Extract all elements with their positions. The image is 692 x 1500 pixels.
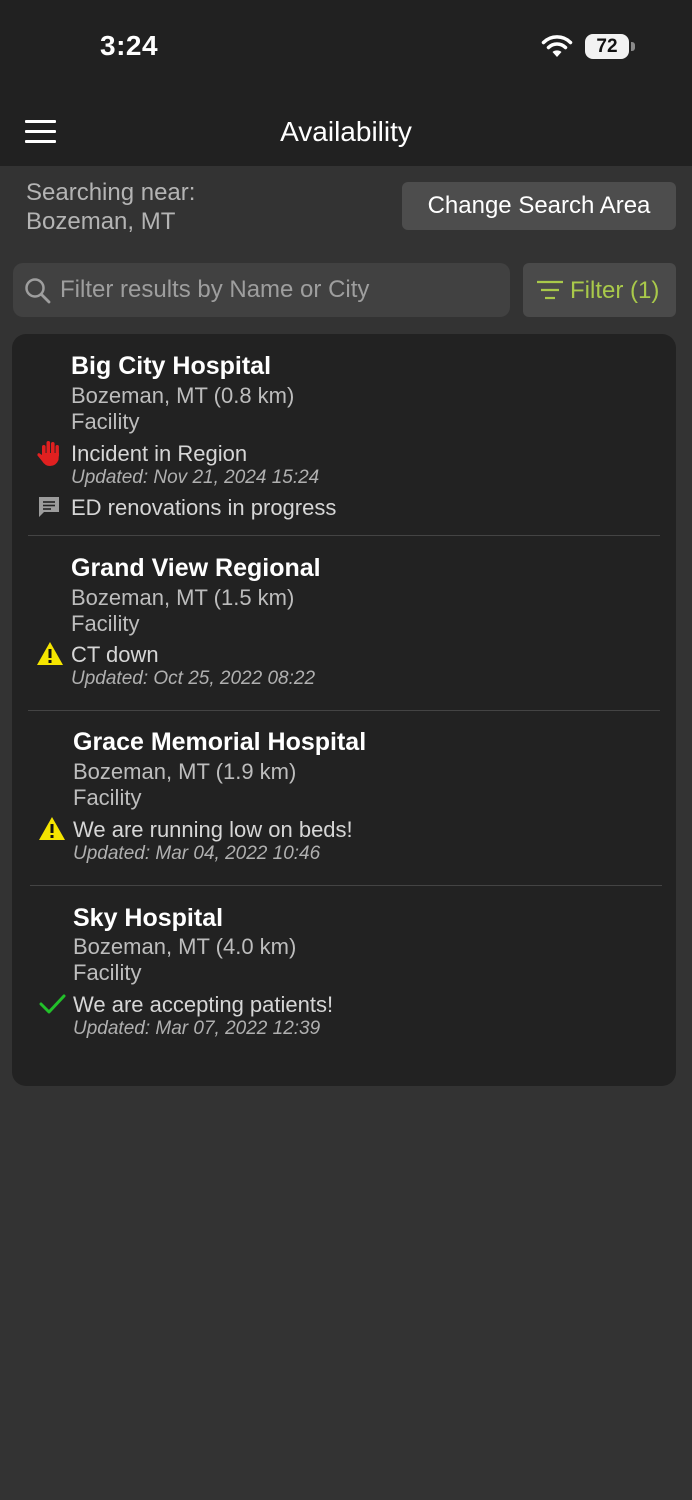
facility-type: Facility [73, 785, 142, 810]
search-input[interactable] [60, 263, 500, 317]
comment-icon [39, 497, 59, 517]
searching-near-city: Bozeman, MT [26, 208, 176, 235]
search-icon [25, 278, 51, 304]
stop-hand-icon [37, 441, 59, 466]
change-search-area-button[interactable]: Change Search Area [402, 182, 676, 230]
battery-tip [631, 42, 635, 51]
facility-location: Bozeman, MT (0.8 km) [71, 383, 295, 408]
facility-updated: Updated: Oct 25, 2022 08:22 [71, 668, 316, 689]
searching-near-label: Searching near: [26, 179, 196, 206]
facility-location: Bozeman, MT (1.5 km) [71, 585, 295, 610]
facility-name[interactable]: Grace Memorial Hospital [73, 728, 366, 757]
facility-status: We are accepting patients! [73, 992, 334, 1017]
list-divider [30, 885, 662, 886]
facility-type: Facility [73, 960, 142, 985]
wifi-icon [541, 35, 573, 57]
filter-icon [537, 280, 563, 300]
facility-status: Incident in Region [71, 441, 248, 466]
filter-label: Filter (1) [570, 277, 660, 304]
facility-status: CT down [71, 642, 159, 667]
facility-name[interactable]: Big City Hospital [71, 352, 271, 381]
facility-updated: Updated: Mar 04, 2022 10:46 [73, 843, 321, 864]
facility-status: We are running low on beds! [73, 817, 353, 842]
facility-updated: Updated: Mar 07, 2022 12:39 [73, 1018, 321, 1039]
facility-name[interactable]: Sky Hospital [73, 904, 223, 933]
facility-name[interactable]: Grand View Regional [71, 554, 321, 583]
facility-location: Bozeman, MT (1.9 km) [73, 759, 297, 784]
battery-icon: 72 [585, 34, 629, 59]
facility-type: Facility [71, 409, 140, 434]
list-divider [28, 710, 660, 711]
warning-icon [39, 817, 65, 840]
list-divider [28, 535, 660, 536]
status-bar-time: 3:24 [100, 30, 159, 61]
facility-updated: Updated: Nov 21, 2024 15:24 [71, 467, 320, 488]
facility-location: Bozeman, MT (4.0 km) [73, 934, 297, 959]
facility-note: ED renovations in progress [71, 495, 337, 520]
page-title: Availability [280, 116, 412, 147]
warning-icon [37, 642, 63, 665]
facility-type: Facility [71, 611, 140, 636]
checkmark-icon [39, 994, 66, 1014]
